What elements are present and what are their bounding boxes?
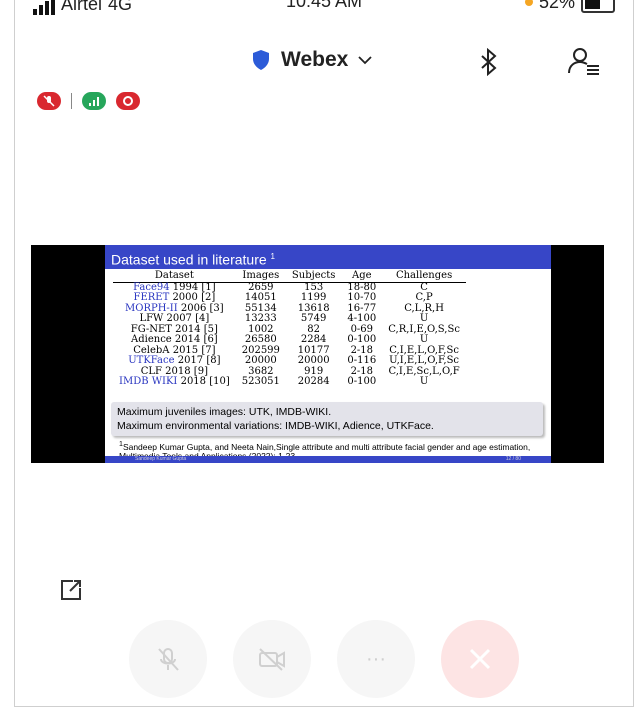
dataset-name-cell: IMDB WIKI 2018 [10] [113, 376, 236, 388]
images-cell: 523051 [241, 376, 280, 387]
age-cell: 0-116 [347, 355, 377, 366]
column-header: Age [341, 270, 383, 283]
column-header: Challenges [382, 270, 466, 283]
column-header: Images [235, 270, 286, 283]
app-name: Webex [281, 48, 349, 71]
muted-mic-indicator[interactable] [37, 92, 61, 110]
challenges-cell: C,P [415, 292, 433, 303]
slide-page-number: 12 / 80 [505, 456, 521, 462]
more-options-icon: ··· [366, 647, 386, 670]
challenges-cell: U,I,E,L,O,F,Sc [389, 355, 460, 366]
presentation-slide: Dataset used in literature 1 Dataset Ima… [105, 245, 551, 463]
network-quality-indicator[interactable] [82, 92, 106, 110]
challenges-cell: U [419, 376, 429, 387]
dataset-name: CLF 2018 [9] [140, 365, 208, 377]
video-off-icon [259, 648, 285, 671]
subjects-cell: 20284 [297, 376, 330, 387]
dataset-name: FERET [133, 292, 170, 303]
dataset-name: FG-NET 2014 [5] [130, 323, 218, 335]
age-cell: 0-100 [347, 334, 377, 345]
phone-screen: Airtel 4G 10:45 AM 52% Webex Dataset use… [14, 0, 634, 707]
stop-video-button[interactable] [233, 620, 311, 698]
open-external-icon[interactable] [57, 576, 85, 604]
dataset-name: LFW 2007 [4] [139, 313, 210, 324]
app-switcher[interactable]: Webex [251, 48, 372, 72]
age-cell: 0-100 [347, 376, 377, 387]
meeting-indicators [37, 92, 140, 110]
dataset-year-ref: 1994 [1] [172, 281, 216, 293]
recording-indicator[interactable] [116, 92, 140, 110]
meeting-header: Webex [15, 44, 633, 80]
column-header: Dataset [113, 270, 236, 283]
column-header: Subjects [285, 270, 342, 283]
muted-mic-icon [43, 95, 55, 107]
dataset-name: MORPH-II [125, 302, 178, 314]
dataset-name: Face94 [133, 281, 170, 293]
dataset-year-ref: 2017 [8] [177, 355, 221, 366]
summary-box: Maximum juveniles images: UTK, IMDB-WIKI… [111, 401, 543, 436]
indicator-divider [71, 93, 72, 109]
age-cell: 4-100 [347, 313, 377, 324]
images-cell: 20000 [244, 355, 277, 366]
slide-footer-bar: Sandeep Kumar Gupta 12 / 80 [105, 456, 551, 463]
battery-percent: 52% [538, 0, 575, 12]
muted-mic-icon [158, 648, 179, 671]
dataset-name: CelebA 2015 [7] [133, 344, 216, 356]
bluetooth-icon[interactable] [477, 48, 501, 76]
dataset-name: Adience 2014 [6] [131, 334, 218, 345]
challenges-cell: U [419, 334, 429, 345]
dataset-name: IMDB WIKI [119, 376, 178, 387]
subjects-cell: 2284 [300, 334, 327, 345]
dataset-name: UTKFace [128, 355, 175, 366]
subjects-cell: 1199 [300, 292, 327, 303]
close-icon [469, 648, 491, 670]
participants-icon[interactable] [567, 46, 601, 76]
battery-icon [581, 0, 615, 13]
record-icon [123, 96, 133, 106]
location-dot-icon [524, 0, 533, 6]
age-cell: 10-70 [347, 292, 377, 303]
images-cell: 26580 [244, 334, 277, 345]
slide-title: Dataset used in literature [111, 251, 267, 268]
images-cell: 13233 [244, 313, 277, 324]
shield-icon [253, 50, 269, 70]
subjects-cell: 5749 [300, 313, 327, 324]
summary-line-environment: Maximum environmental variations: IMDB-W… [117, 419, 434, 432]
slide-title-footnote-mark: 1 [270, 252, 275, 261]
dataset-year-ref: 2006 [3] [180, 302, 224, 314]
summary-line-juveniles: Maximum juveniles images: UTK, IMDB-WIKI… [117, 405, 332, 418]
chevron-down-icon [358, 56, 372, 65]
battery-info: 52% [524, 0, 615, 13]
table-row: IMDB WIKI 2018 [10] 523051 20284 0-100 U [113, 376, 466, 388]
table-header-row: Dataset Images Subjects Age Challenges [113, 270, 466, 283]
signal-icon [89, 97, 99, 106]
dataset-year-ref: 2018 [10] [180, 376, 230, 387]
status-bar: Airtel 4G 10:45 AM 52% [15, 0, 633, 21]
call-controls: ··· [129, 620, 519, 698]
end-call-button[interactable] [441, 620, 519, 698]
slide-footer-author: Sandeep Kumar Gupta [135, 456, 187, 462]
dataset-table: Dataset Images Subjects Age Challenges F… [113, 270, 466, 388]
shared-content-view[interactable]: Dataset used in literature 1 Dataset Ima… [31, 245, 604, 463]
mute-button[interactable] [129, 620, 207, 698]
challenges-cell: U [419, 313, 429, 324]
subjects-cell: 20000 [297, 355, 330, 366]
dataset-table-body: Face94 1994 [1] 2659 153 18-80 C FERET 2000 [… [113, 282, 466, 388]
images-cell: 14051 [244, 292, 277, 303]
slide-title-bar: Dataset used in literature 1 [105, 245, 551, 269]
dataset-year-ref: 2000 [2] [172, 292, 216, 303]
more-options-button[interactable]: ··· [337, 620, 415, 698]
